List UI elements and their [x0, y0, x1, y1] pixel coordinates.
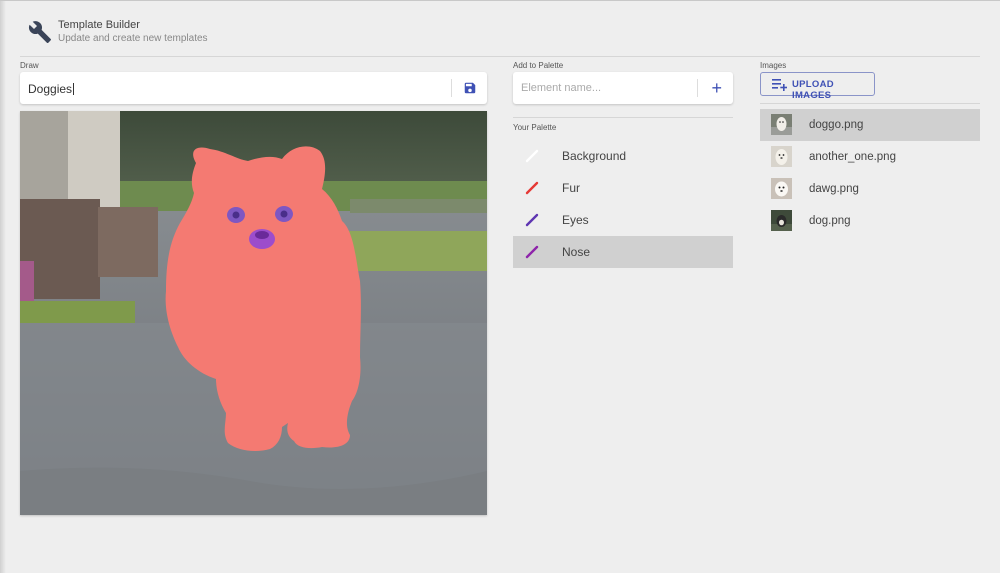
dog-photo-with-mask[interactable]: [20, 111, 487, 515]
palette-item-background[interactable]: Background: [513, 140, 733, 172]
app-header: Template Builder Update and create new t…: [20, 14, 980, 50]
page-subtitle: Update and create new templates: [58, 33, 208, 44]
upload-images-label: UPLOAD IMAGES: [792, 79, 834, 101]
save-icon[interactable]: [463, 81, 477, 95]
fence: [350, 199, 487, 213]
flowers: [20, 261, 34, 301]
left-pupil: [232, 211, 240, 219]
images-divider: [760, 103, 980, 104]
image-item-dawg[interactable]: dawg.png: [760, 173, 980, 205]
field-separator: [451, 79, 452, 97]
image-item-another-one[interactable]: another_one.png: [760, 141, 980, 173]
draw-section-label: Draw: [20, 61, 39, 70]
brick-wall-2: [98, 207, 158, 277]
palette-divider: [513, 117, 733, 118]
element-name-input[interactable]: [521, 80, 691, 96]
template-name-input[interactable]: Doggies: [28, 82, 75, 96]
wrench-icon: [28, 21, 51, 43]
image-list: doggo.png another_one.png dawg.png dog.p…: [760, 109, 980, 237]
field-separator: [697, 79, 698, 97]
image-thumbnail: [771, 178, 792, 199]
add-element-field[interactable]: +: [513, 72, 733, 104]
playlist-add-icon: [772, 79, 787, 91]
grass-left: [20, 301, 135, 323]
image-thumbnail: [771, 146, 792, 167]
brush-icon: [525, 245, 539, 259]
image-filename: doggo.png: [809, 119, 864, 131]
template-name-value: Doggies: [28, 82, 73, 96]
upload-images-button[interactable]: UPLOAD IMAGES: [760, 72, 875, 101]
your-palette-section-label: Your Palette: [513, 123, 557, 132]
image-filename: another_one.png: [809, 151, 896, 163]
drawing-canvas[interactable]: [20, 111, 487, 515]
images-section-label: Images: [760, 61, 787, 70]
brush-icon: [525, 149, 539, 163]
palette-item-label: Eyes: [562, 213, 589, 227]
image-thumbnail: [771, 210, 792, 231]
image-filename: dog.png: [809, 215, 851, 227]
image-item-doggo[interactable]: doggo.png: [760, 109, 980, 141]
plus-icon[interactable]: +: [711, 79, 722, 97]
text-caret: [73, 83, 75, 95]
window-edge: [0, 0, 6, 573]
window-top-edge: [0, 0, 1000, 1]
image-thumbnail: [771, 114, 792, 135]
image-filename: dawg.png: [809, 183, 859, 195]
add-palette-section-label: Add to Palette: [513, 61, 564, 70]
nose-tip: [255, 231, 269, 239]
palette-item-nose[interactable]: Nose: [513, 236, 733, 268]
pillar: [68, 111, 120, 211]
template-name-field[interactable]: Doggies: [20, 72, 487, 104]
header-divider: [20, 56, 980, 57]
palette-item-label: Fur: [562, 181, 580, 195]
palette-item-eyes[interactable]: Eyes: [513, 204, 733, 236]
image-item-dog[interactable]: dog.png: [760, 205, 980, 237]
palette-item-label: Nose: [562, 245, 591, 259]
grass-right: [340, 231, 487, 271]
brush-icon: [525, 181, 539, 195]
page-title: Template Builder: [58, 19, 140, 31]
brush-icon: [525, 213, 539, 227]
palette-item-fur[interactable]: Fur: [513, 172, 733, 204]
right-pupil: [280, 210, 288, 218]
palette-item-label: Background: [562, 149, 627, 163]
palette-list: Background Fur Eyes Nose: [513, 140, 733, 268]
